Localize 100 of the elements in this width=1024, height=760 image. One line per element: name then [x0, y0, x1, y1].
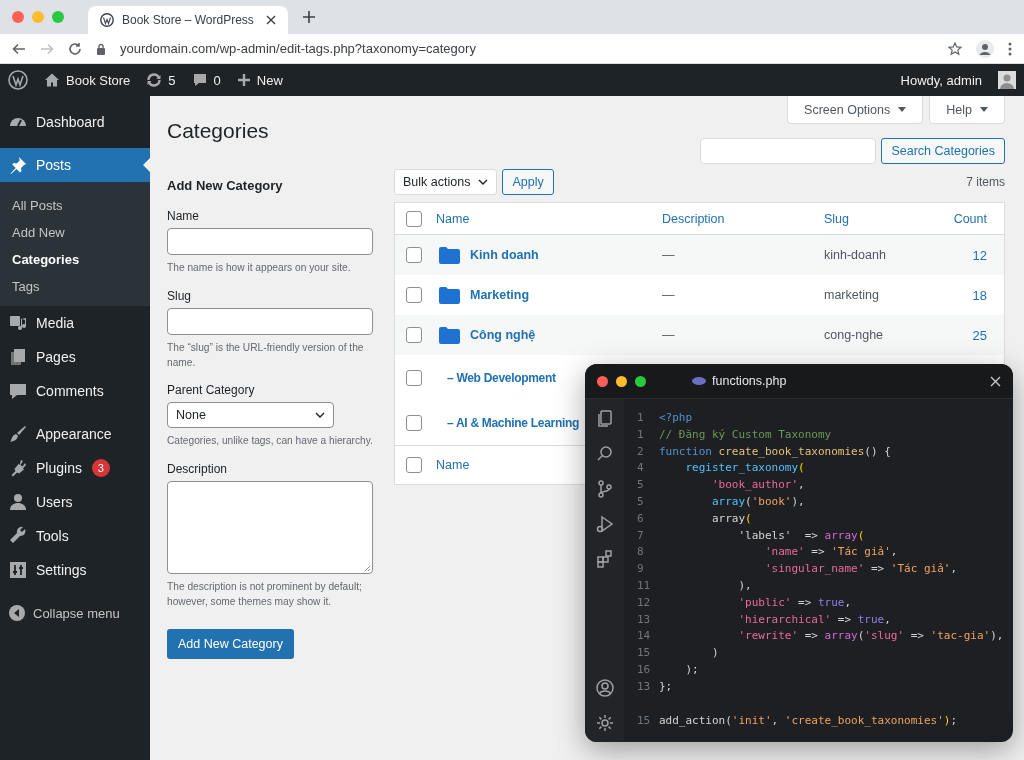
- menu-item[interactable]: Dashboard: [0, 105, 150, 139]
- pin-icon: [8, 155, 28, 175]
- menu-item[interactable]: Posts: [0, 148, 150, 182]
- refresh-icon: [146, 72, 163, 88]
- post-count-link[interactable]: 18: [944, 287, 1004, 303]
- checkbox[interactable]: [406, 210, 422, 227]
- tab-title: Book Store – WordPress: [122, 13, 255, 27]
- checkbox[interactable]: [406, 369, 422, 386]
- checkbox[interactable]: [406, 414, 422, 431]
- post-count-link[interactable]: 25: [944, 327, 1004, 343]
- folder-icon: [439, 326, 460, 344]
- wordpress-logo-icon[interactable]: [8, 70, 28, 90]
- search-field[interactable]: [700, 138, 877, 164]
- run-debug-icon[interactable]: [594, 514, 615, 534]
- menu-item[interactable]: Users: [0, 485, 150, 519]
- bookmark-star-icon[interactable]: [948, 41, 962, 56]
- help-button[interactable]: Help: [929, 96, 1005, 124]
- more-icon[interactable]: [1008, 41, 1012, 56]
- menu-item[interactable]: Pages: [0, 340, 150, 374]
- field-hint: The “slug” is the URL-friendly version of the name.: [167, 340, 365, 370]
- resize-grip-icon: [364, 565, 371, 573]
- add-category-button[interactable]: Add New Category: [167, 628, 294, 659]
- apply-button[interactable]: Apply: [502, 169, 554, 195]
- checkbox[interactable]: [406, 457, 422, 473]
- account-icon[interactable]: [594, 678, 615, 698]
- field-label: Description: [167, 462, 229, 477]
- new-content-link[interactable]: New: [236, 72, 283, 88]
- menu-item[interactable]: Media: [0, 306, 150, 340]
- field-label: Name: [167, 209, 200, 223]
- collapse-icon: [9, 605, 25, 621]
- menu-item[interactable]: Tools: [0, 519, 150, 553]
- submenu-item[interactable]: Add New: [0, 219, 150, 246]
- code-line: 1 // Đăng ký Custom Taxonomy: [637, 426, 833, 443]
- menu-item[interactable]: Comments: [0, 374, 150, 408]
- menu-item[interactable]: Appearance: [0, 417, 150, 451]
- plus-icon: [236, 73, 251, 87]
- submenu-item[interactable]: All Posts: [0, 192, 150, 219]
- profile-icon[interactable]: [976, 39, 994, 58]
- browser-tab[interactable]: Book Store – WordPress: [88, 6, 288, 34]
- column-header[interactable]: Name: [436, 458, 470, 472]
- comments-link[interactable]: 0: [191, 72, 221, 88]
- settings-icon[interactable]: [594, 713, 615, 733]
- pages-icon: [8, 347, 28, 367]
- category-name-link[interactable]: Công nghệ: [470, 328, 536, 342]
- back-icon[interactable]: [12, 41, 26, 56]
- collapse-menu-button[interactable]: Collapse menu: [0, 587, 150, 621]
- submenu-item[interactable]: Tags: [0, 273, 150, 300]
- code-line: 5 array('book'),: [637, 494, 806, 510]
- account-greeting[interactable]: Howdy, admin: [900, 72, 982, 88]
- category-name-link[interactable]: Marketing: [470, 288, 530, 302]
- bulk-actions-dropdown[interactable]: Bulk actions: [394, 169, 498, 195]
- code-line: 15 add_action('init', 'create_book_taxonomies');: [637, 712, 959, 729]
- column-header[interactable]: Slug: [824, 211, 850, 226]
- checkbox[interactable]: [406, 247, 422, 263]
- field-hint: The name is how it appears on your site.: [167, 261, 352, 275]
- code-line: 13 'hierarchical' => true,: [637, 611, 892, 628]
- media-icon: [8, 313, 28, 333]
- category-name-link[interactable]: Kinh doanh: [470, 248, 539, 262]
- code-line: 6 array(: [637, 510, 753, 527]
- maximize-window-button[interactable]: [635, 375, 646, 387]
- code-line: 5 'book_author',: [637, 477, 806, 494]
- category-name-link[interactable]: – Web Development: [447, 370, 556, 385]
- table-cell-text: marketing: [824, 288, 880, 302]
- code-line: 9 'singular_name' => 'Tác giả',: [637, 561, 959, 578]
- code-line: 15 ): [637, 645, 720, 662]
- reload-icon[interactable]: [68, 41, 82, 56]
- submenu-item[interactable]: Categories: [0, 246, 150, 273]
- count-badge: 3: [91, 459, 110, 477]
- column-header[interactable]: Count: [953, 211, 1004, 226]
- code-line: 2 function create_book_taxonomies() {: [637, 443, 892, 460]
- new-tab-icon[interactable]: [302, 10, 316, 24]
- menu-item[interactable]: Settings: [0, 553, 150, 587]
- folder-icon: [439, 286, 460, 304]
- checkbox[interactable]: [406, 287, 422, 303]
- close-tab-icon[interactable]: [266, 15, 276, 25]
- post-count-link[interactable]: 12: [944, 247, 1004, 263]
- chevron-down-icon: [315, 412, 325, 419]
- site-name-link[interactable]: Book Store: [44, 72, 131, 88]
- updates-link[interactable]: 5: [146, 72, 176, 88]
- code-line: 1 <?php: [637, 410, 694, 426]
- table-cell-text: cong-nghe: [824, 328, 885, 342]
- minimize-window-button[interactable]: [616, 375, 627, 387]
- menu-item[interactable]: Plugins 3: [0, 451, 150, 485]
- category-name-link[interactable]: – AI & Machine Learning: [447, 415, 579, 430]
- checkbox[interactable]: [406, 327, 422, 343]
- field-hint: Categories, unlike tags, can have a hierarchy.: [167, 434, 373, 449]
- column-header[interactable]: Description: [662, 211, 725, 226]
- screen-options-button[interactable]: Screen Options: [787, 96, 924, 124]
- text-input-field[interactable]: [167, 228, 373, 255]
- close-icon[interactable]: [990, 375, 1001, 387]
- text-input-field[interactable]: [167, 307, 373, 335]
- close-window-button[interactable]: [597, 375, 608, 387]
- column-header[interactable]: Name: [436, 211, 470, 226]
- parent-category-dropdown[interactable]: None: [167, 402, 334, 429]
- description-textarea[interactable]: [167, 481, 373, 575]
- table-cell-text: —: [662, 248, 676, 262]
- search-categories-button[interactable]: Search Categories: [881, 138, 1005, 164]
- extensions-icon[interactable]: [594, 549, 615, 569]
- field-label: Slug: [167, 288, 193, 303]
- home-icon: [44, 72, 60, 88]
